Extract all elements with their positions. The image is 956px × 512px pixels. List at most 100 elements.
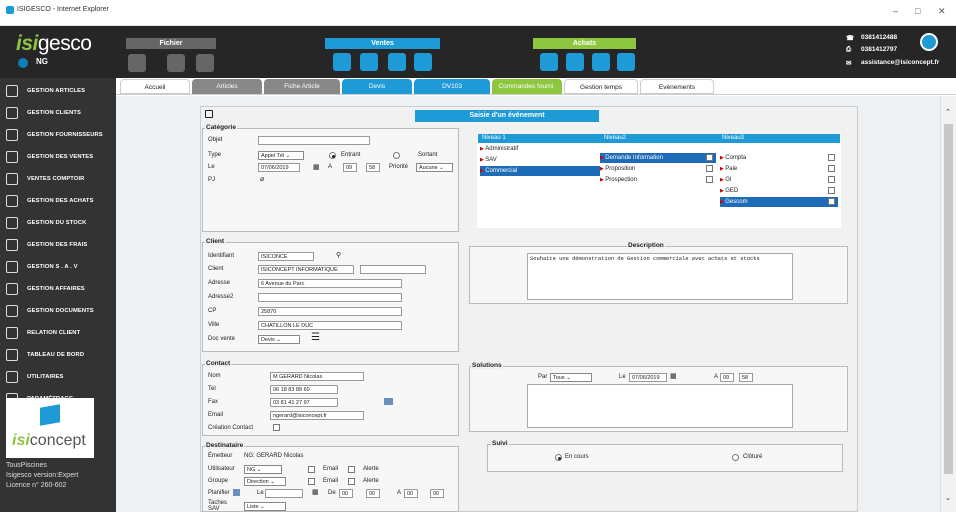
- n2-checkbox[interactable]: [706, 154, 713, 161]
- sidebar-item-8[interactable]: GESTION DES FRAIS: [0, 234, 116, 256]
- n1-item[interactable]: ▶ SAV: [480, 155, 600, 165]
- date-input[interactable]: 07/06/2019: [258, 163, 300, 172]
- user-icon[interactable]: [18, 58, 28, 68]
- sortant-radio[interactable]: [393, 152, 400, 159]
- save-icon[interactable]: [205, 110, 213, 118]
- planifier-icon[interactable]: [233, 489, 240, 496]
- achats-doc2-icon[interactable]: [592, 53, 610, 71]
- a-minute-input[interactable]: 00: [430, 489, 444, 498]
- minute-input[interactable]: 58: [366, 163, 380, 172]
- utilisateur-email-checkbox[interactable]: [308, 466, 315, 473]
- n2-item[interactable]: ▶ Prospection: [600, 175, 716, 185]
- n2-checkbox[interactable]: [706, 176, 713, 183]
- ventes-doc-icon[interactable]: [333, 53, 351, 71]
- hour-input[interactable]: 09: [343, 163, 357, 172]
- n3-checkbox[interactable]: [828, 165, 835, 172]
- n2-item[interactable]: ▶ Proposition: [600, 164, 716, 174]
- n3-checkbox[interactable]: [828, 187, 835, 194]
- nom-input[interactable]: M GERARD Nicolas: [270, 372, 364, 381]
- fichier-new3-icon[interactable]: [196, 54, 214, 72]
- adresse-input[interactable]: 6 Avenue du Parc: [258, 279, 402, 288]
- list-icon[interactable]: ☰: [311, 332, 320, 343]
- tab-devis[interactable]: Devis: [342, 79, 412, 94]
- teamviewer-icon[interactable]: [920, 33, 938, 51]
- sidebar-item-4[interactable]: GESTION DES VENTES: [0, 146, 116, 168]
- sidebar-item-14[interactable]: UTILITAIRES: [0, 366, 116, 388]
- description-textarea[interactable]: Souhaite une démonstration de Gestion co…: [527, 253, 793, 300]
- fax-input[interactable]: 03 81 41 27 97: [270, 398, 338, 407]
- tab-fiche-article[interactable]: Fiche Article: [264, 79, 340, 94]
- n3-item[interactable]: ▶ GI: [720, 175, 838, 185]
- en-cours-radio[interactable]: [555, 454, 562, 461]
- sidebar-item-9[interactable]: GESTION S . A . V: [0, 256, 116, 278]
- attachment-icon[interactable]: ⌀: [260, 175, 264, 183]
- scrollbar[interactable]: ⌃ ⌄: [940, 96, 956, 512]
- n3-item[interactable]: ▶ GED: [720, 186, 838, 196]
- n3-checkbox[interactable]: [828, 154, 835, 161]
- sol-date-input[interactable]: 07/06/2019: [629, 373, 667, 382]
- sol-minute-input[interactable]: 58: [739, 373, 753, 382]
- de-minute-input[interactable]: 00: [366, 489, 380, 498]
- sidebar-item-1[interactable]: GESTION ARTICLES: [0, 80, 116, 102]
- ville-input[interactable]: CHATILLON LE DUC: [258, 321, 402, 330]
- scroll-up-icon[interactable]: ⌃: [945, 108, 951, 116]
- achats-cube-icon[interactable]: [566, 53, 584, 71]
- scroll-thumb[interactable]: [944, 124, 953, 474]
- utilisateur-alerte-checkbox[interactable]: [348, 466, 355, 473]
- tab-gestion-temps[interactable]: Gestion temps: [564, 79, 638, 94]
- client-search-icon[interactable]: ⚲: [336, 251, 341, 259]
- calendar-icon[interactable]: ▦: [313, 163, 320, 171]
- n1-item[interactable]: ▶ Commercial: [480, 166, 600, 176]
- contact-card-icon[interactable]: [384, 398, 393, 405]
- minimize-icon[interactable]: –: [893, 6, 898, 16]
- n3-item[interactable]: ▶ Compta: [720, 153, 838, 163]
- scroll-down-icon[interactable]: ⌄: [945, 494, 951, 502]
- n3-checkbox[interactable]: [828, 176, 835, 183]
- groupe-email-checkbox[interactable]: [308, 478, 315, 485]
- sidebar-item-5[interactable]: VENTES COMPTOIR: [0, 168, 116, 190]
- taches-select[interactable]: Liste ⌄: [244, 502, 286, 511]
- sol-hour-input[interactable]: 09: [720, 373, 734, 382]
- sidebar-item-2[interactable]: GESTION CLIENTS: [0, 102, 116, 124]
- sidebar-item-7[interactable]: GESTION DU STOCK: [0, 212, 116, 234]
- planifier-date-input[interactable]: [265, 489, 303, 498]
- solutions-textarea[interactable]: [527, 384, 793, 428]
- n3-item[interactable]: ▶ Paie: [720, 164, 838, 174]
- email-input[interactable]: ngerard@isiconcept.fr: [270, 411, 364, 420]
- sidebar-item-3[interactable]: GESTION FOURNISSEURS: [0, 124, 116, 146]
- cp-input[interactable]: 25870: [258, 307, 402, 316]
- sidebar-item-10[interactable]: GESTION AFFAIRES: [0, 278, 116, 300]
- tab-articles[interactable]: Articles: [192, 79, 262, 94]
- de-hour-input[interactable]: 00: [339, 489, 353, 498]
- n2-item[interactable]: ▶ Demande Information: [600, 153, 716, 163]
- sidebar-item-12[interactable]: RELATION CLIENT: [0, 322, 116, 344]
- close-icon[interactable]: ✕: [938, 6, 946, 17]
- objet-input[interactable]: [258, 136, 370, 145]
- adresse2-input[interactable]: [258, 293, 402, 302]
- cloture-radio[interactable]: [732, 454, 739, 461]
- tab-dv103[interactable]: DV103: [414, 79, 490, 94]
- tel-input[interactable]: 06 18 83 88 60: [270, 385, 338, 394]
- fichier-new-icon[interactable]: [128, 54, 146, 72]
- tab-evenements[interactable]: Evènements: [640, 79, 714, 94]
- n3-item[interactable]: ▶ Gescom: [720, 197, 838, 207]
- par-select[interactable]: Tous ⌄: [550, 373, 592, 382]
- entrant-radio[interactable]: [329, 152, 336, 159]
- n1-item[interactable]: ▶ Administratif: [480, 144, 600, 154]
- maximize-icon[interactable]: □: [915, 6, 920, 16]
- priorite-select[interactable]: Aucune ⌄: [416, 163, 453, 172]
- n3-checkbox[interactable]: [828, 198, 835, 205]
- sidebar-item-11[interactable]: GESTION DOCUMENTS: [0, 300, 116, 322]
- a-hour-input[interactable]: 00: [404, 489, 418, 498]
- identifiant-input[interactable]: ISICONCE: [258, 252, 314, 261]
- ventes-doc3-icon[interactable]: [414, 53, 432, 71]
- tab-accueil[interactable]: Accueil: [120, 79, 190, 94]
- client-extra-input[interactable]: [360, 265, 426, 274]
- doc-vente-select[interactable]: Devis ⌄: [258, 335, 300, 344]
- groupe-alerte-checkbox[interactable]: [348, 478, 355, 485]
- n2-checkbox[interactable]: [706, 165, 713, 172]
- client-input[interactable]: ISICONCEPT INFORMATIQUE: [258, 265, 354, 274]
- tab-commandes[interactable]: Commandes fourni·: [492, 79, 562, 94]
- groupe-select[interactable]: Direction ⌄: [244, 477, 286, 486]
- ventes-cube-icon[interactable]: [360, 53, 378, 71]
